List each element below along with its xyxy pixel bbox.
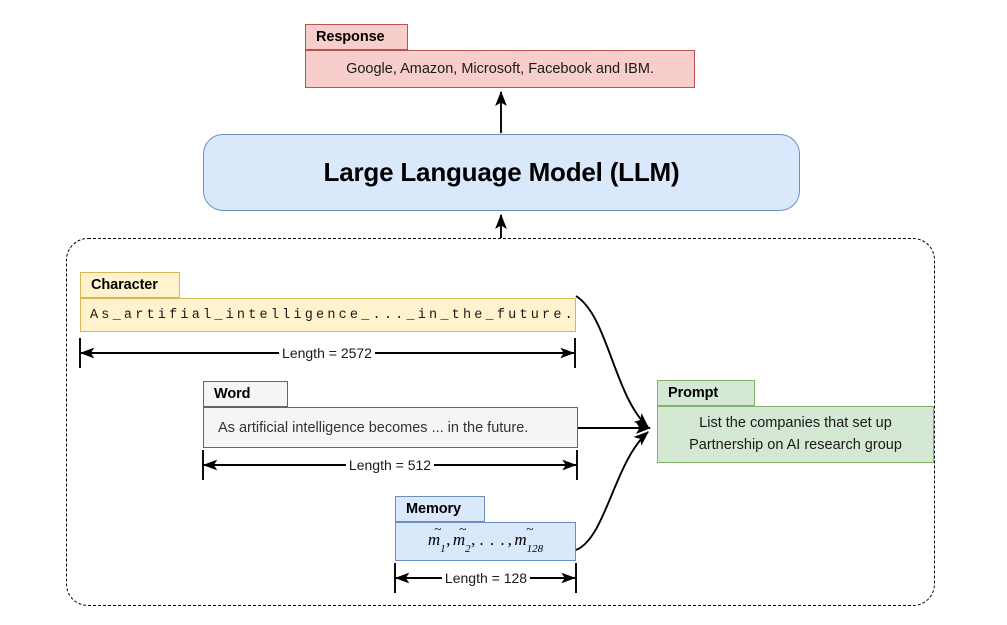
memory-var-n: ~ m128 <box>514 522 544 555</box>
memory-body: ~ m1, ~ m2, . . ., ~ m128 <box>395 522 576 561</box>
character-body: As_artifial_intelligence_..._in_the_futu… <box>80 298 576 332</box>
diagram-canvas: Response Google, Amazon, Microsoft, Face… <box>0 0 1007 625</box>
memory-ellipsis: . . . <box>479 530 506 550</box>
prompt-body: List the companies that set up Partnersh… <box>657 406 934 463</box>
prompt-line-1: List the companies that set up <box>699 414 892 431</box>
word-tab-label: Word <box>203 381 288 407</box>
prompt-tab-label: Prompt <box>657 380 755 406</box>
memory-var-2: ~ m2 <box>452 522 471 555</box>
memory-length-label: Length = 128 <box>441 570 531 586</box>
tilde-icon: ~ <box>459 521 466 537</box>
response-tab-label: Response <box>305 24 408 50</box>
memory-var-n-sub: 128 <box>526 542 544 555</box>
response-body: Google, Amazon, Microsoft, Facebook and … <box>305 50 695 88</box>
character-tab-label: Character <box>80 272 180 298</box>
memory-var-2-sub: 2 <box>465 542 471 555</box>
memory-math-expression: ~ m1, ~ m2, . . ., ~ m128 <box>427 522 544 555</box>
tilde-icon: ~ <box>526 521 533 537</box>
memory-var-1: ~ m1 <box>427 522 446 555</box>
memory-var-1-sub: 1 <box>440 542 446 555</box>
prompt-line-2: Partnership on AI research group <box>689 436 902 453</box>
word-length-label: Length = 512 <box>345 457 435 473</box>
llm-box: Large Language Model (LLM) <box>203 134 800 211</box>
tilde-icon: ~ <box>434 521 441 537</box>
memory-tab-label: Memory <box>395 496 485 522</box>
word-body: As artificial intelligence becomes ... i… <box>203 407 578 448</box>
character-length-label: Length = 2572 <box>279 345 375 361</box>
